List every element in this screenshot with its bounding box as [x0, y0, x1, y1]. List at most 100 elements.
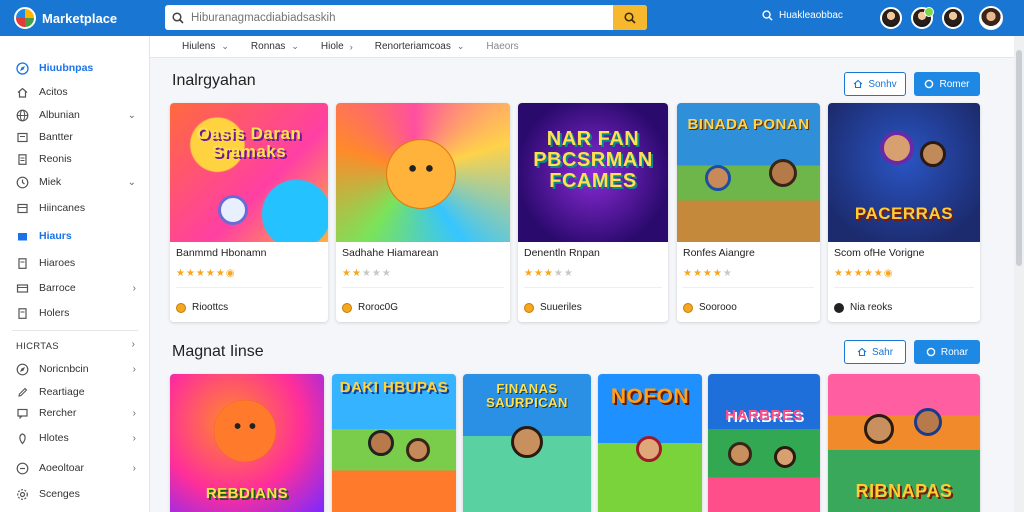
doc-icon: [16, 307, 29, 320]
brand[interactable]: Marketplace: [0, 7, 150, 29]
globe-icon: [16, 109, 29, 122]
character-art: [864, 414, 894, 444]
search-button[interactable]: [613, 5, 647, 30]
game-thumbnail: RIBNAPAS: [828, 374, 980, 512]
game-card[interactable]: REBDIANS: [170, 374, 324, 512]
subnav-item-1[interactable]: Ronnas ⌄: [251, 41, 299, 52]
sub-navigation: Hiulens ⌄ Ronnas ⌄ Hiole › Renorteriamcoas ⌄…: [150, 36, 1014, 58]
subnav-label: Hiulens: [182, 41, 216, 52]
game-thumbnail: REBDIANS: [170, 374, 324, 512]
game-thumbnail: NOFON: [598, 374, 702, 512]
top-search-link[interactable]: Huakleaobbac: [762, 10, 843, 21]
sidebar-item-8[interactable]: Hiaroes: [0, 252, 150, 274]
chevron-right-icon: ›: [132, 432, 136, 444]
chevron-right-icon: ›: [132, 363, 136, 375]
game-name: Scom ofHe Vorigne: [834, 247, 925, 259]
card-divider: [342, 287, 504, 288]
subnav-item-4[interactable]: Haeors: [486, 41, 518, 52]
game-title-art: BINADA PONAN: [687, 116, 810, 133]
star-rating: ★★★★★◉: [834, 268, 894, 279]
globe-logo-icon: [14, 7, 36, 29]
home-icon: [857, 347, 867, 357]
sidebar-subitem-4[interactable]: Aoeoltoar ›: [0, 457, 150, 479]
game-name: Sadhahe Hiamarean: [342, 247, 439, 259]
subnav-item-3[interactable]: Renorteriamcoas ⌄: [375, 41, 465, 52]
chevron-down-icon: ⌄: [291, 41, 299, 51]
character-art: [636, 436, 662, 462]
game-title-art: REBDIANS: [205, 485, 289, 502]
game-card[interactable]: HARBRES: [708, 374, 820, 512]
game-title-art: HARBRES: [725, 407, 803, 424]
sidebar-item-4[interactable]: Reonis: [0, 148, 150, 170]
card-divider: [683, 287, 814, 288]
chevron-down-icon: ⌄: [456, 41, 465, 51]
avatar[interactable]: [942, 7, 964, 29]
sidebar-subitem-2[interactable]: Rercher ›: [0, 402, 150, 424]
search-input[interactable]: [191, 11, 613, 24]
game-card[interactable]: BINADA PONAN Ronfes Aiangre ★★★★★ Sooroo…: [677, 103, 820, 322]
coin-icon: [683, 302, 693, 313]
sidebar-item-7[interactable]: Hiaurs: [0, 225, 150, 247]
avatar[interactable]: [911, 7, 934, 29]
game-card[interactable]: DAKI HBUPAS: [332, 374, 456, 512]
game-title-art: PACERRAS: [854, 204, 954, 223]
sidebar-item-3[interactable]: Bantter: [0, 126, 150, 148]
character-art: [214, 400, 276, 462]
subnav-item-2[interactable]: Hiole ›: [321, 41, 353, 52]
sidebar-item-label: Rercher: [39, 407, 77, 419]
character-art: [774, 446, 796, 468]
game-card[interactable]: PACERRAS Scom ofHe Vorigne ★★★★★◉ Nia re…: [828, 103, 980, 322]
coin-icon: [176, 302, 186, 313]
sidebar-item-label: Reartiage: [39, 386, 85, 398]
sidebar-item-6[interactable]: Hiincanes: [0, 197, 150, 219]
game-card[interactable]: NAR FAN PBCSRMAN FCAMES Denentln Rnpan ★…: [518, 103, 668, 322]
price-value: Nia reoks: [850, 302, 893, 313]
avatar[interactable]: [880, 7, 902, 29]
scrollbar[interactable]: [1014, 36, 1024, 512]
sidebar-subitem-0[interactable]: Noricnbcin ›: [0, 358, 150, 380]
show-button[interactable]: Sonhv: [844, 72, 906, 96]
sidebar-item-label: Albunian: [39, 109, 80, 121]
subnav-item-0[interactable]: Hiulens ⌄: [182, 41, 229, 52]
show-button-label: Sahr: [871, 346, 894, 358]
game-thumbnail: BINADA PONAN: [677, 103, 820, 242]
search-icon: [624, 11, 636, 24]
sidebar-item-9[interactable]: Barroce ›: [0, 277, 150, 299]
more-button[interactable]: Romer: [914, 72, 980, 96]
sidebar-item-label: Hiincanes: [39, 202, 86, 214]
top-link-label: Huakleaobbac: [779, 10, 843, 21]
game-name: Ronfes Aiangre: [683, 247, 755, 259]
user-avatar[interactable]: [979, 6, 1003, 30]
subnav-label: Haeors: [486, 41, 519, 52]
coin-icon: [834, 302, 844, 313]
sidebar-heading: HICRTAS: [16, 341, 59, 352]
sidebar-item-label: Hiaroes: [39, 257, 76, 269]
more-button[interactable]: Ronar: [914, 340, 980, 364]
compass-icon: [16, 363, 29, 376]
game-card[interactable]: RIBNAPAS: [828, 374, 980, 512]
subnav-label: Ronnas: [250, 41, 286, 52]
sidebar-subitem-3[interactable]: Hlotes ›: [0, 427, 150, 449]
sidebar-item-label: Miek: [39, 176, 62, 188]
game-card[interactable]: FINANAS SAURPICAN: [463, 374, 591, 512]
scrollbar-thumb[interactable]: [1016, 50, 1022, 266]
game-thumbnail: NAR FAN PBCSRMAN FCAMES: [518, 103, 668, 242]
sidebar-item-2[interactable]: Albunian ⌄: [0, 104, 150, 126]
game-card[interactable]: Oasis Daran Sramaks Banmmd Hbonamn ★★★★★…: [170, 103, 328, 322]
game-card[interactable]: NOFON: [598, 374, 702, 512]
home-icon: [16, 86, 29, 99]
game-card[interactable]: Sadhahe Hiamarean ★★★★★ Roroc0G: [336, 103, 510, 322]
sidebar-item-5[interactable]: Miek ⌄: [0, 171, 150, 193]
sidebar-subitem-5[interactable]: Scenges: [0, 483, 150, 505]
card-divider: [524, 287, 662, 288]
game-thumbnail: PACERRAS: [828, 103, 980, 242]
compass-icon: [16, 61, 29, 75]
sidebar-subitem-1[interactable]: Reartiage: [0, 381, 150, 403]
sidebar-item-10[interactable]: Holers: [0, 302, 150, 324]
sidebar-item-1[interactable]: Acitos: [0, 81, 150, 103]
star-rating: ★★★★★: [342, 268, 392, 279]
price: Roroc0G: [342, 302, 398, 313]
doc-icon: [16, 257, 29, 270]
show-button[interactable]: Sahr: [844, 340, 906, 364]
sidebar-item-0[interactable]: Hiuubnpas: [0, 57, 150, 79]
